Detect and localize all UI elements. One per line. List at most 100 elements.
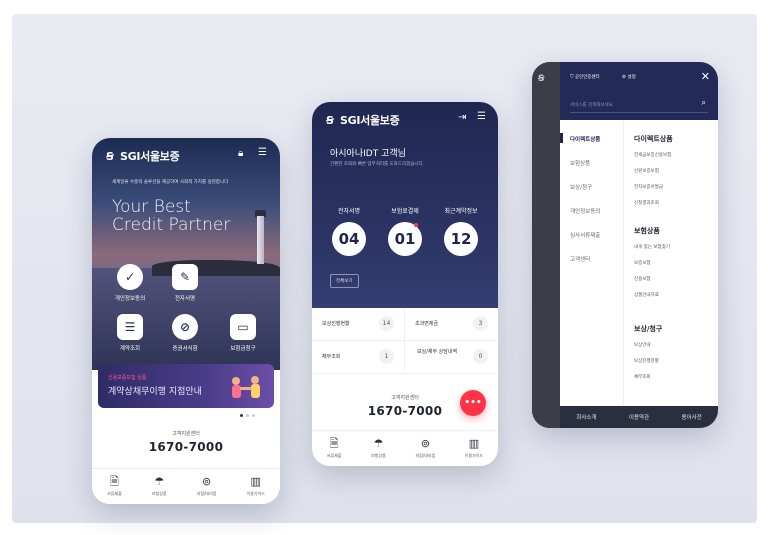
menu-item[interactable]: 보상안내 (634, 342, 651, 348)
nav-label: 이용가이드 (246, 491, 265, 496)
logo-mark-icon: Ꞩ (106, 150, 114, 163)
pagination-dot[interactable] (252, 414, 255, 417)
grid-label: 보상/채무 상담내역 (417, 349, 458, 355)
footer-terms-link[interactable]: 이용약관 (629, 413, 649, 421)
stat-premium-payment[interactable]: 보험료결제 01 (379, 206, 431, 256)
quick-menu-label: 계약조회 (119, 346, 141, 352)
brand-logo[interactable]: Ꞩ SGI서울보증 (106, 148, 180, 164)
grid-item-claim-progress[interactable]: 보상진행현황 14 (312, 308, 405, 341)
grid-item-excess-repayment[interactable]: 초과변제금 3 (405, 308, 498, 341)
footer-glossary-link[interactable]: 용어사전 (682, 413, 702, 421)
category-review-documents[interactable]: 심사서류제출 (570, 231, 600, 239)
nav-label: 지점/대리점 (196, 491, 217, 496)
quick-menu-privacy-consent[interactable]: ✓ 개인정보동의 (101, 264, 159, 302)
search-icon[interactable]: ⌕ (702, 98, 706, 108)
nav-label: 이용가이드 (464, 453, 484, 458)
grid-count-badge: 0 (473, 349, 488, 364)
brand-name: SGI서울보증 (120, 150, 180, 163)
quick-menu-e-signature[interactable]: ✎ 전자서명 (156, 264, 214, 302)
hamburger-menu-icon[interactable]: ☰ (477, 111, 486, 122)
settings-link[interactable]: ⚙ 설정 (622, 74, 636, 80)
document-icon: 🗎︎ (109, 475, 119, 488)
section-title: 다이렉트상품 (634, 135, 673, 143)
logout-icon[interactable]: ⇥ (458, 112, 466, 123)
nav-document-submit[interactable]: 🗎︎ 서류제출 (327, 438, 342, 459)
quick-menu-label: 증권서식함 (172, 346, 198, 352)
stat-value: 12 (444, 222, 478, 256)
menu-item[interactable]: 보증보험 (634, 260, 651, 266)
quick-menu-claim[interactable]: ▭ 보험금청구 (214, 314, 272, 352)
search-input[interactable]: 서비스를 검색해보세요 (570, 102, 613, 108)
hamburger-menu-icon[interactable]: ☰ (258, 147, 267, 158)
category-privacy-consent[interactable]: 개인정보동의 (570, 207, 600, 215)
logo-mark-icon: Ꞩ (326, 114, 334, 127)
nav-user-guide[interactable]: ▥ 이용가이드 (247, 476, 265, 497)
category-direct-products[interactable]: 다이렉트상품 (570, 135, 600, 143)
phone-menu-screen: Ꞩ ⛉ 공인인증센터 ⚙ 설정 ✕ 서비스를 검색해보세요 ⌕ 다이렉트상품 보… (532, 62, 718, 428)
promo-banner[interactable]: 신용보증보험 상품 계약상채무이행 지점안내 (98, 364, 274, 408)
quick-menu-label: 전자서명 (174, 296, 196, 302)
menu-item[interactable]: 상품안내자료 (634, 292, 659, 298)
category-claims[interactable]: 보상/청구 (570, 183, 592, 191)
brand-logo[interactable]: Ꞩ SGI서울보증 (326, 112, 400, 128)
menu-item[interactable]: 전세금보장신용보험 (634, 152, 671, 158)
nav-insurance-products[interactable]: ☂︎ 보험상품 (371, 438, 386, 459)
grid-item-debt-lookup[interactable]: 채무조회 1 (312, 341, 405, 374)
menu-item[interactable]: 신용보험 (634, 276, 651, 282)
category-customer-center[interactable]: 고객센터 (570, 255, 590, 263)
category-list: 다이렉트상품 보험상품 보상/청구 개인정보동의 심사서류제출 고객센터 (560, 120, 624, 406)
stat-label: 최근계약정보 (444, 208, 478, 215)
menu-header: ⛉ 공인인증센터 ⚙ 설정 ✕ 서비스를 검색해보세요 ⌕ (560, 62, 718, 120)
close-icon[interactable]: ✕ (701, 70, 710, 83)
footer-company-info-link[interactable]: 회사소개 (576, 413, 596, 421)
certificate-center-link[interactable]: ⛉ 공인인증센터 (570, 74, 600, 80)
nav-insurance-products[interactable]: ☂︎ 보험상품 (152, 476, 167, 497)
nav-branch-agency[interactable]: ⊚ 지점/대리점 (415, 438, 435, 459)
dimmed-background[interactable]: Ꞩ (532, 62, 560, 428)
banner-illustration (232, 376, 260, 398)
greeting-subtitle: 간편한 조회와 빠른 업무처리를 도와드리겠습니다. (330, 162, 425, 167)
stat-value: 04 (332, 222, 366, 256)
view-all-button[interactable]: 전체보기 (330, 274, 359, 288)
grid-item-consultation-history[interactable]: 보상/채무 상담내역 0 (405, 341, 498, 374)
showcase-background: Ꞩ SGI서울보증 🔒︎ ☰ 세계일류 수준의 솔루션을 제공하여 사회적 가치를… (12, 14, 757, 523)
wallet-icon: ▭ (230, 314, 256, 340)
slogan-line-1: Your Best (112, 197, 191, 217)
stat-recent-contracts[interactable]: 최근계약정보 12 (435, 206, 487, 256)
banner-text: 계약상채무이행 지점안내 (108, 387, 202, 397)
nav-user-guide[interactable]: ▥ 이용가이드 (465, 438, 483, 459)
more-actions-button[interactable]: ••• (460, 390, 486, 416)
menu-item[interactable]: 내게 맞는 보험찾기 (634, 244, 670, 250)
menu-item[interactable]: 채무조회 (634, 374, 651, 380)
stat-e-signature[interactable]: 전자서명 04 (323, 206, 375, 256)
menu-item[interactable]: 전자보증서발급 (634, 184, 663, 190)
pagination-dot[interactable] (240, 414, 243, 417)
nav-branch-agency[interactable]: ⊚ 지점/대리점 (197, 476, 217, 497)
quick-menu-label: 보험금청구 (230, 346, 256, 352)
check-circle-icon: ✓ (117, 264, 143, 290)
menu-item[interactable]: 신청결과조회 (634, 200, 659, 206)
greeting-title: 아시아나IDT 고객님 (330, 149, 406, 159)
nav-document-submit[interactable]: 🗎︎ 서류제출 (107, 476, 122, 497)
banner-pagination[interactable] (240, 414, 255, 417)
menu-item[interactable]: 신원보증보험 (634, 168, 659, 174)
customer-center-phone[interactable]: 1670-7000 (92, 440, 280, 454)
section-title: 보상/청구 (634, 325, 663, 333)
quick-menu-certificate-box[interactable]: ⊘ 증권서식함 (156, 314, 214, 352)
stat-value: 01 (394, 230, 416, 248)
nav-label: 서류제출 (107, 491, 122, 496)
hero-tagline: 세계일류 수준의 솔루션을 제공하여 사회적 가치를 실현합니다 (112, 180, 229, 185)
book-icon: ▥ (250, 475, 261, 488)
quick-menu-contract-lookup[interactable]: ☰ 계약조회 (101, 314, 159, 352)
edit-icon: ✎ (172, 264, 198, 290)
menu-item[interactable]: 보상진행현황 (634, 358, 659, 364)
book-icon: ▥ (468, 437, 480, 450)
category-insurance-products[interactable]: 보험상품 (570, 159, 590, 167)
quick-menu-label: 개인정보동의 (114, 296, 146, 302)
hero-slogan: Your Best Credit Partner (112, 198, 230, 234)
pagination-dot[interactable] (246, 414, 249, 417)
link-label: 공인인증센터 (574, 75, 600, 80)
lock-icon[interactable]: 🔒︎ (238, 148, 243, 159)
grid-count-badge: 14 (379, 316, 394, 331)
nav-label: 지점/대리점 (415, 453, 436, 458)
